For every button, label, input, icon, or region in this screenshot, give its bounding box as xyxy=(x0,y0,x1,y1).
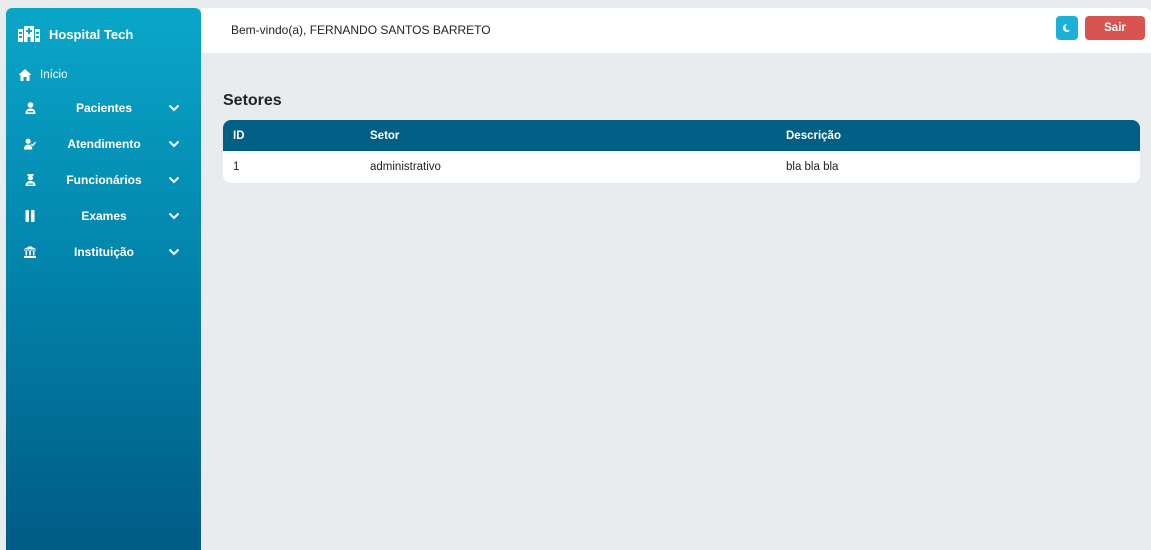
sidebar-item-label: Pacientes xyxy=(75,101,133,115)
chevron-down-icon[interactable] xyxy=(168,248,180,256)
home-icon xyxy=(18,68,32,82)
chevron-down-icon[interactable] xyxy=(168,104,180,112)
sidebar: Hospital Tech Início Pacientes Atendimen… xyxy=(6,8,201,550)
cell-id: 1 xyxy=(233,161,240,173)
table-header-row: ID Setor Descrição xyxy=(223,120,1140,151)
theme-toggle-button[interactable] xyxy=(1056,16,1078,40)
sidebar-item-label: Atendimento xyxy=(67,137,141,151)
chevron-down-icon[interactable] xyxy=(168,212,180,220)
welcome-message: Bem-vindo(a), FERNANDO SANTOS BARRETO xyxy=(231,23,491,37)
sidebar-item-label: Instituição xyxy=(73,245,134,259)
user-nurse-icon xyxy=(24,174,36,186)
chevron-down-icon[interactable] xyxy=(168,176,180,184)
top-bar: Bem-vindo(a), FERNANDO SANTOS BARRETO Sa… xyxy=(201,8,1151,53)
chevron-down-icon[interactable] xyxy=(168,140,180,148)
sidebar-item-exames[interactable]: Exames xyxy=(6,198,201,234)
brand[interactable]: Hospital Tech xyxy=(6,8,201,60)
logout-button[interactable]: Sair xyxy=(1085,16,1145,40)
sidebar-item-funcionarios[interactable]: Funcionários xyxy=(6,162,201,198)
column-header-setor[interactable]: Setor xyxy=(360,120,776,151)
column-header-id[interactable]: ID xyxy=(223,120,360,151)
sectors-table: ID Setor Descrição 1 administrativo bla … xyxy=(223,120,1140,183)
sidebar-item-pacientes[interactable]: Pacientes xyxy=(6,90,201,126)
user-check-icon xyxy=(24,138,36,150)
cell-descricao: bla bla bla xyxy=(786,161,839,173)
moon-icon xyxy=(1062,23,1072,33)
table-row[interactable]: 1 administrativo bla bla bla xyxy=(223,151,1140,183)
brand-title: Hospital Tech xyxy=(49,26,134,42)
sidebar-item-label: Funcionários xyxy=(66,173,142,187)
sidebar-item-label: Exames xyxy=(81,209,127,223)
sidebar-item-atendimento[interactable]: Atendimento xyxy=(6,126,201,162)
hospital-logo-icon xyxy=(18,26,40,42)
vials-icon xyxy=(24,210,36,222)
sidebar-item-label: Início xyxy=(40,69,68,81)
column-header-descricao[interactable]: Descrição xyxy=(776,120,1140,151)
sidebar-item-inicio[interactable]: Início xyxy=(6,62,201,88)
page-title: Setores xyxy=(223,92,282,109)
sidebar-item-instituicao[interactable]: Instituição xyxy=(6,234,201,270)
cell-setor: administrativo xyxy=(370,161,441,173)
landmark-icon xyxy=(24,246,36,258)
user-injured-icon xyxy=(24,102,36,114)
